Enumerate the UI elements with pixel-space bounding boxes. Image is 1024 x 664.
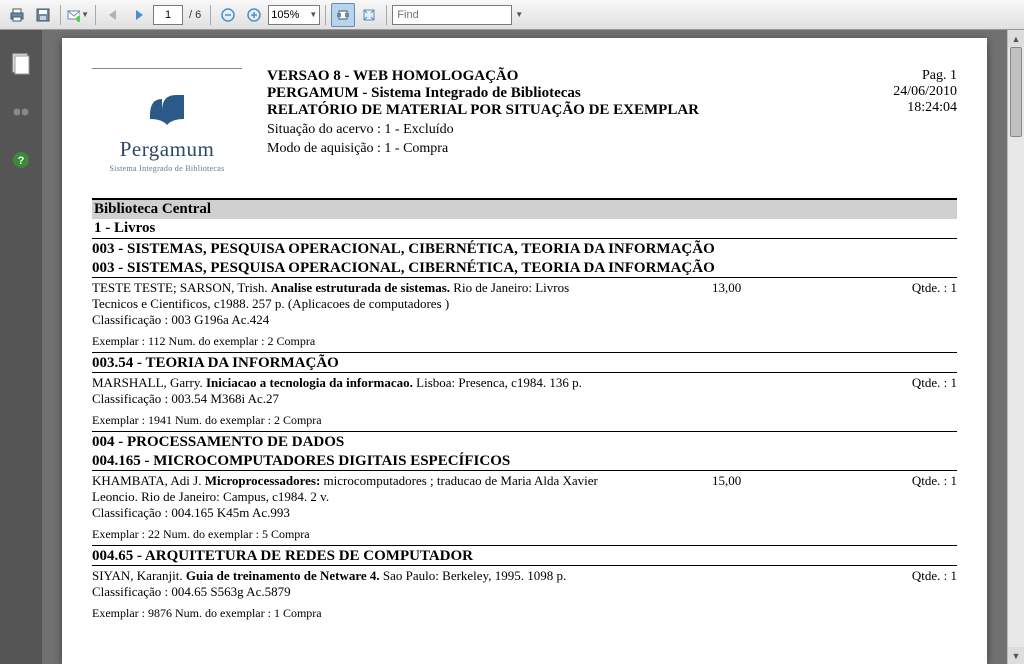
title-report: RELATÓRIO DE MATERIAL POR SITUAÇÃO DE EX… xyxy=(267,102,868,119)
help-button[interactable]: ? xyxy=(7,146,35,174)
library-header: Biblioteca Central xyxy=(92,200,957,219)
svg-text:?: ? xyxy=(18,155,25,167)
logo-text: Pergamum xyxy=(92,137,242,162)
category-heading: 003.54 - TEORIA DA INFORMAÇÃO xyxy=(92,355,957,373)
book-entry: SIYAN, Karanjit. Guia de treinamento de … xyxy=(92,568,957,600)
next-page-button[interactable] xyxy=(127,3,151,27)
report-title-block: VERSAO 8 - WEB HOMOLOGAÇÃO PERGAMUM - Si… xyxy=(267,68,868,173)
category-heading: 003 - SISTEMAS, PESQUISA OPERACIONAL, CI… xyxy=(92,260,957,278)
prev-page-button[interactable] xyxy=(101,3,125,27)
search-panel-button[interactable] xyxy=(7,98,35,126)
report-time: 18:24:04 xyxy=(893,100,957,116)
title-system: PERGAMUM - Sistema Integrado de Bibliote… xyxy=(267,85,868,102)
material-type-header: 1 - Livros xyxy=(92,219,957,239)
logo-block: Pergamum Sistema Integrado de Biblioteca… xyxy=(92,68,242,173)
modo-line: Modo de aquisição : 1 - Compra xyxy=(267,141,868,157)
quantity: Qtde. : 1 xyxy=(912,473,957,489)
category-heading: 003 - SISTEMAS, PESQUISA OPERACIONAL, CI… xyxy=(92,241,957,258)
hand-tool-button[interactable] xyxy=(331,3,355,27)
vertical-scrollbar[interactable]: ▲ ▼ xyxy=(1007,30,1024,664)
exemplar-line: Exemplar : 22 Num. do exemplar : 5 Compr… xyxy=(92,527,957,546)
quantity: Qtde. : 1 xyxy=(912,375,957,391)
page-number-input[interactable] xyxy=(153,5,183,25)
price: 15,00 xyxy=(712,473,741,489)
page-meta: Pag. 1 24/06/2010 18:24:04 xyxy=(893,68,957,173)
situacao-line: Situação do acervo : 1 - Excluído xyxy=(267,122,868,138)
report-date: 24/06/2010 xyxy=(893,84,957,100)
exemplar-line: Exemplar : 9876 Num. do exemplar : 1 Com… xyxy=(92,606,957,624)
page-number-label: Pag. 1 xyxy=(893,68,957,84)
exemplar-line: Exemplar : 112 Num. do exemplar : 2 Comp… xyxy=(92,334,957,353)
pdf-toolbar: ▼ / 6 105%▼ ▼ xyxy=(0,0,1024,30)
scroll-down-arrow[interactable]: ▼ xyxy=(1008,647,1024,664)
zoom-level-select[interactable]: 105%▼ xyxy=(268,5,320,25)
scroll-up-arrow[interactable]: ▲ xyxy=(1008,30,1024,47)
scroll-thumb[interactable] xyxy=(1010,47,1022,137)
category-heading: 004 - PROCESSAMENTO DE DADOS xyxy=(92,434,957,451)
quantity: Qtde. : 1 xyxy=(912,280,957,296)
pdf-page: Pergamum Sistema Integrado de Biblioteca… xyxy=(62,38,987,664)
zoom-out-button[interactable] xyxy=(216,3,240,27)
find-input[interactable] xyxy=(392,5,512,25)
side-panel: ? xyxy=(0,30,42,664)
print-button[interactable] xyxy=(5,3,29,27)
quantity: Qtde. : 1 xyxy=(912,568,957,584)
price: 13,00 xyxy=(712,280,741,296)
book-entry: MARSHALL, Garry. Iniciacao a tecnologia … xyxy=(92,375,957,407)
pergamum-logo-icon xyxy=(142,87,192,132)
book-entry: TESTE TESTE; SARSON, Trish. Analise estr… xyxy=(92,280,957,328)
category-heading: 004.65 - ARQUITETURA DE REDES DE COMPUTA… xyxy=(92,548,957,566)
title-version: VERSAO 8 - WEB HOMOLOGAÇÃO xyxy=(267,68,868,85)
exemplar-line: Exemplar : 1941 Num. do exemplar : 2 Com… xyxy=(92,413,957,432)
document-viewer: Pergamum Sistema Integrado de Biblioteca… xyxy=(42,30,1024,664)
zoom-in-button[interactable] xyxy=(242,3,266,27)
pages-panel-button[interactable] xyxy=(7,50,35,78)
fit-page-button[interactable] xyxy=(357,3,381,27)
mail-button[interactable]: ▼ xyxy=(66,3,90,27)
save-button[interactable] xyxy=(31,3,55,27)
page-total-label: / 6 xyxy=(189,9,201,21)
category-heading: 004.165 - MICROCOMPUTADORES DIGITAIS ESP… xyxy=(92,453,957,471)
logo-subtitle: Sistema Integrado de Bibliotecas xyxy=(92,164,242,173)
book-entry: KHAMBATA, Adi J. Microprocessadores: mic… xyxy=(92,473,957,521)
